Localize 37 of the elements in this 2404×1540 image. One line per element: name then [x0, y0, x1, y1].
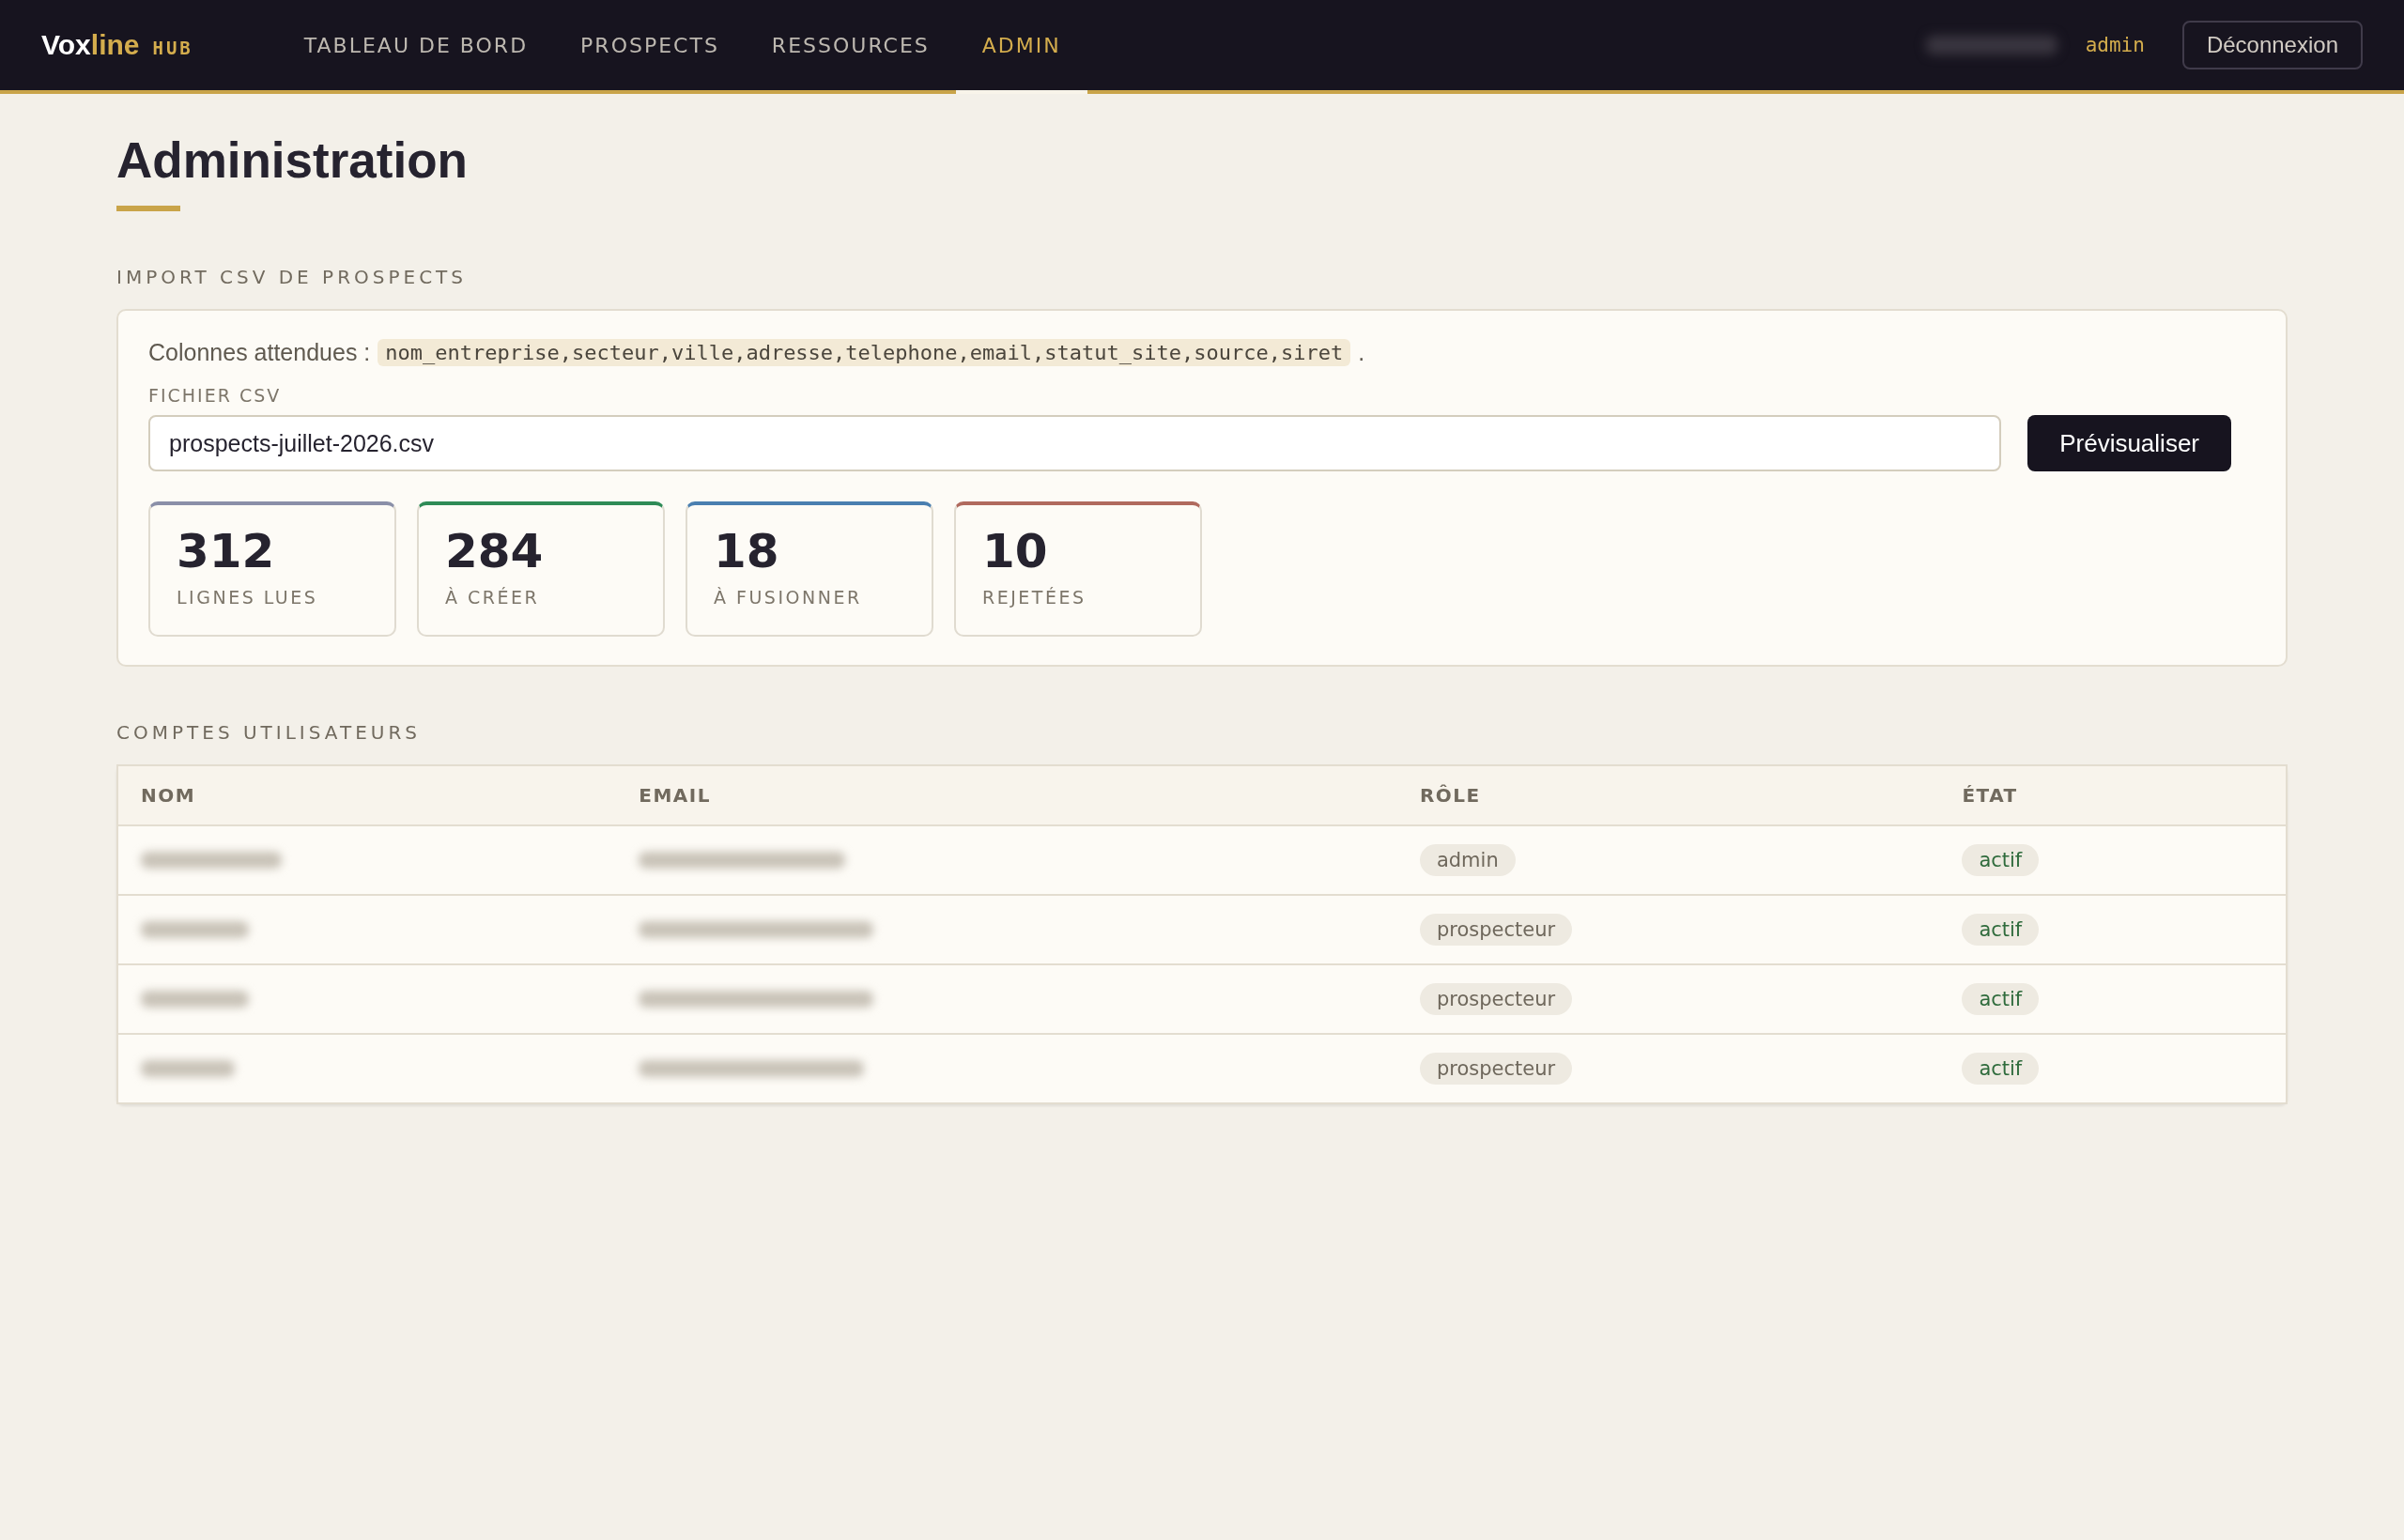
stat-value: 10 — [982, 526, 1049, 578]
column-header: EMAIL — [616, 765, 1397, 825]
intro-text: Colonnes attendues : — [148, 339, 371, 366]
user-role: admin — [2085, 34, 2145, 56]
status-tag: actif — [1962, 914, 2040, 946]
section-heading: IMPORT CSV DE PROSPECTS — [116, 266, 469, 288]
nav-tab[interactable]: RESSOURCES — [745, 0, 956, 94]
logout-button[interactable]: Déconnexion — [2181, 21, 2363, 69]
stat-value: 18 — [714, 526, 780, 578]
field-label: FICHIER CSV — [148, 385, 283, 406]
role-tag: prospecteur — [1419, 914, 1573, 946]
column-header: ÉTAT — [1939, 765, 2287, 825]
column-header: RÔLE — [1396, 765, 1940, 825]
stat-label: À CRÉER — [445, 587, 541, 608]
status-tag: actif — [1962, 844, 2040, 876]
stat-label: À FUSIONNER — [714, 587, 863, 608]
page-title: Administration — [116, 131, 469, 189]
role-tag: admin — [1419, 844, 1516, 876]
column-header: NOM — [117, 765, 617, 825]
stat-label: LIGNES LUES — [177, 587, 319, 608]
nav-tab[interactable]: PROSPECTS — [554, 0, 746, 94]
period-text: . — [1358, 339, 1365, 366]
status-tag: actif — [1962, 983, 2040, 1015]
column-list-code: nom_entreprise,secteur,ville,adresse,telephone,email,statut_site,source,siret — [378, 339, 1351, 366]
file-input-field[interactable]: prospects-juillet-2026.csv — [148, 415, 2002, 471]
nav-tab[interactable]: TABLEAU DE BORD — [277, 0, 555, 94]
stat-label: REJETÉES — [982, 587, 1087, 608]
role-tag: prospecteur — [1419, 1053, 1573, 1085]
role-tag: prospecteur — [1419, 983, 1573, 1015]
status-tag: actif — [1962, 1053, 2040, 1085]
logo-wordmark: Voxline — [41, 29, 140, 61]
preview-button[interactable]: Prévisualiser — [2027, 415, 2231, 471]
section-heading: COMPTES UTILISATEURS — [116, 721, 422, 744]
stat-value: 284 — [445, 526, 545, 578]
stat-value: 312 — [177, 526, 276, 578]
nav-tab[interactable]: ADMIN — [955, 0, 1087, 94]
logo-tag: HUB — [152, 38, 193, 58]
